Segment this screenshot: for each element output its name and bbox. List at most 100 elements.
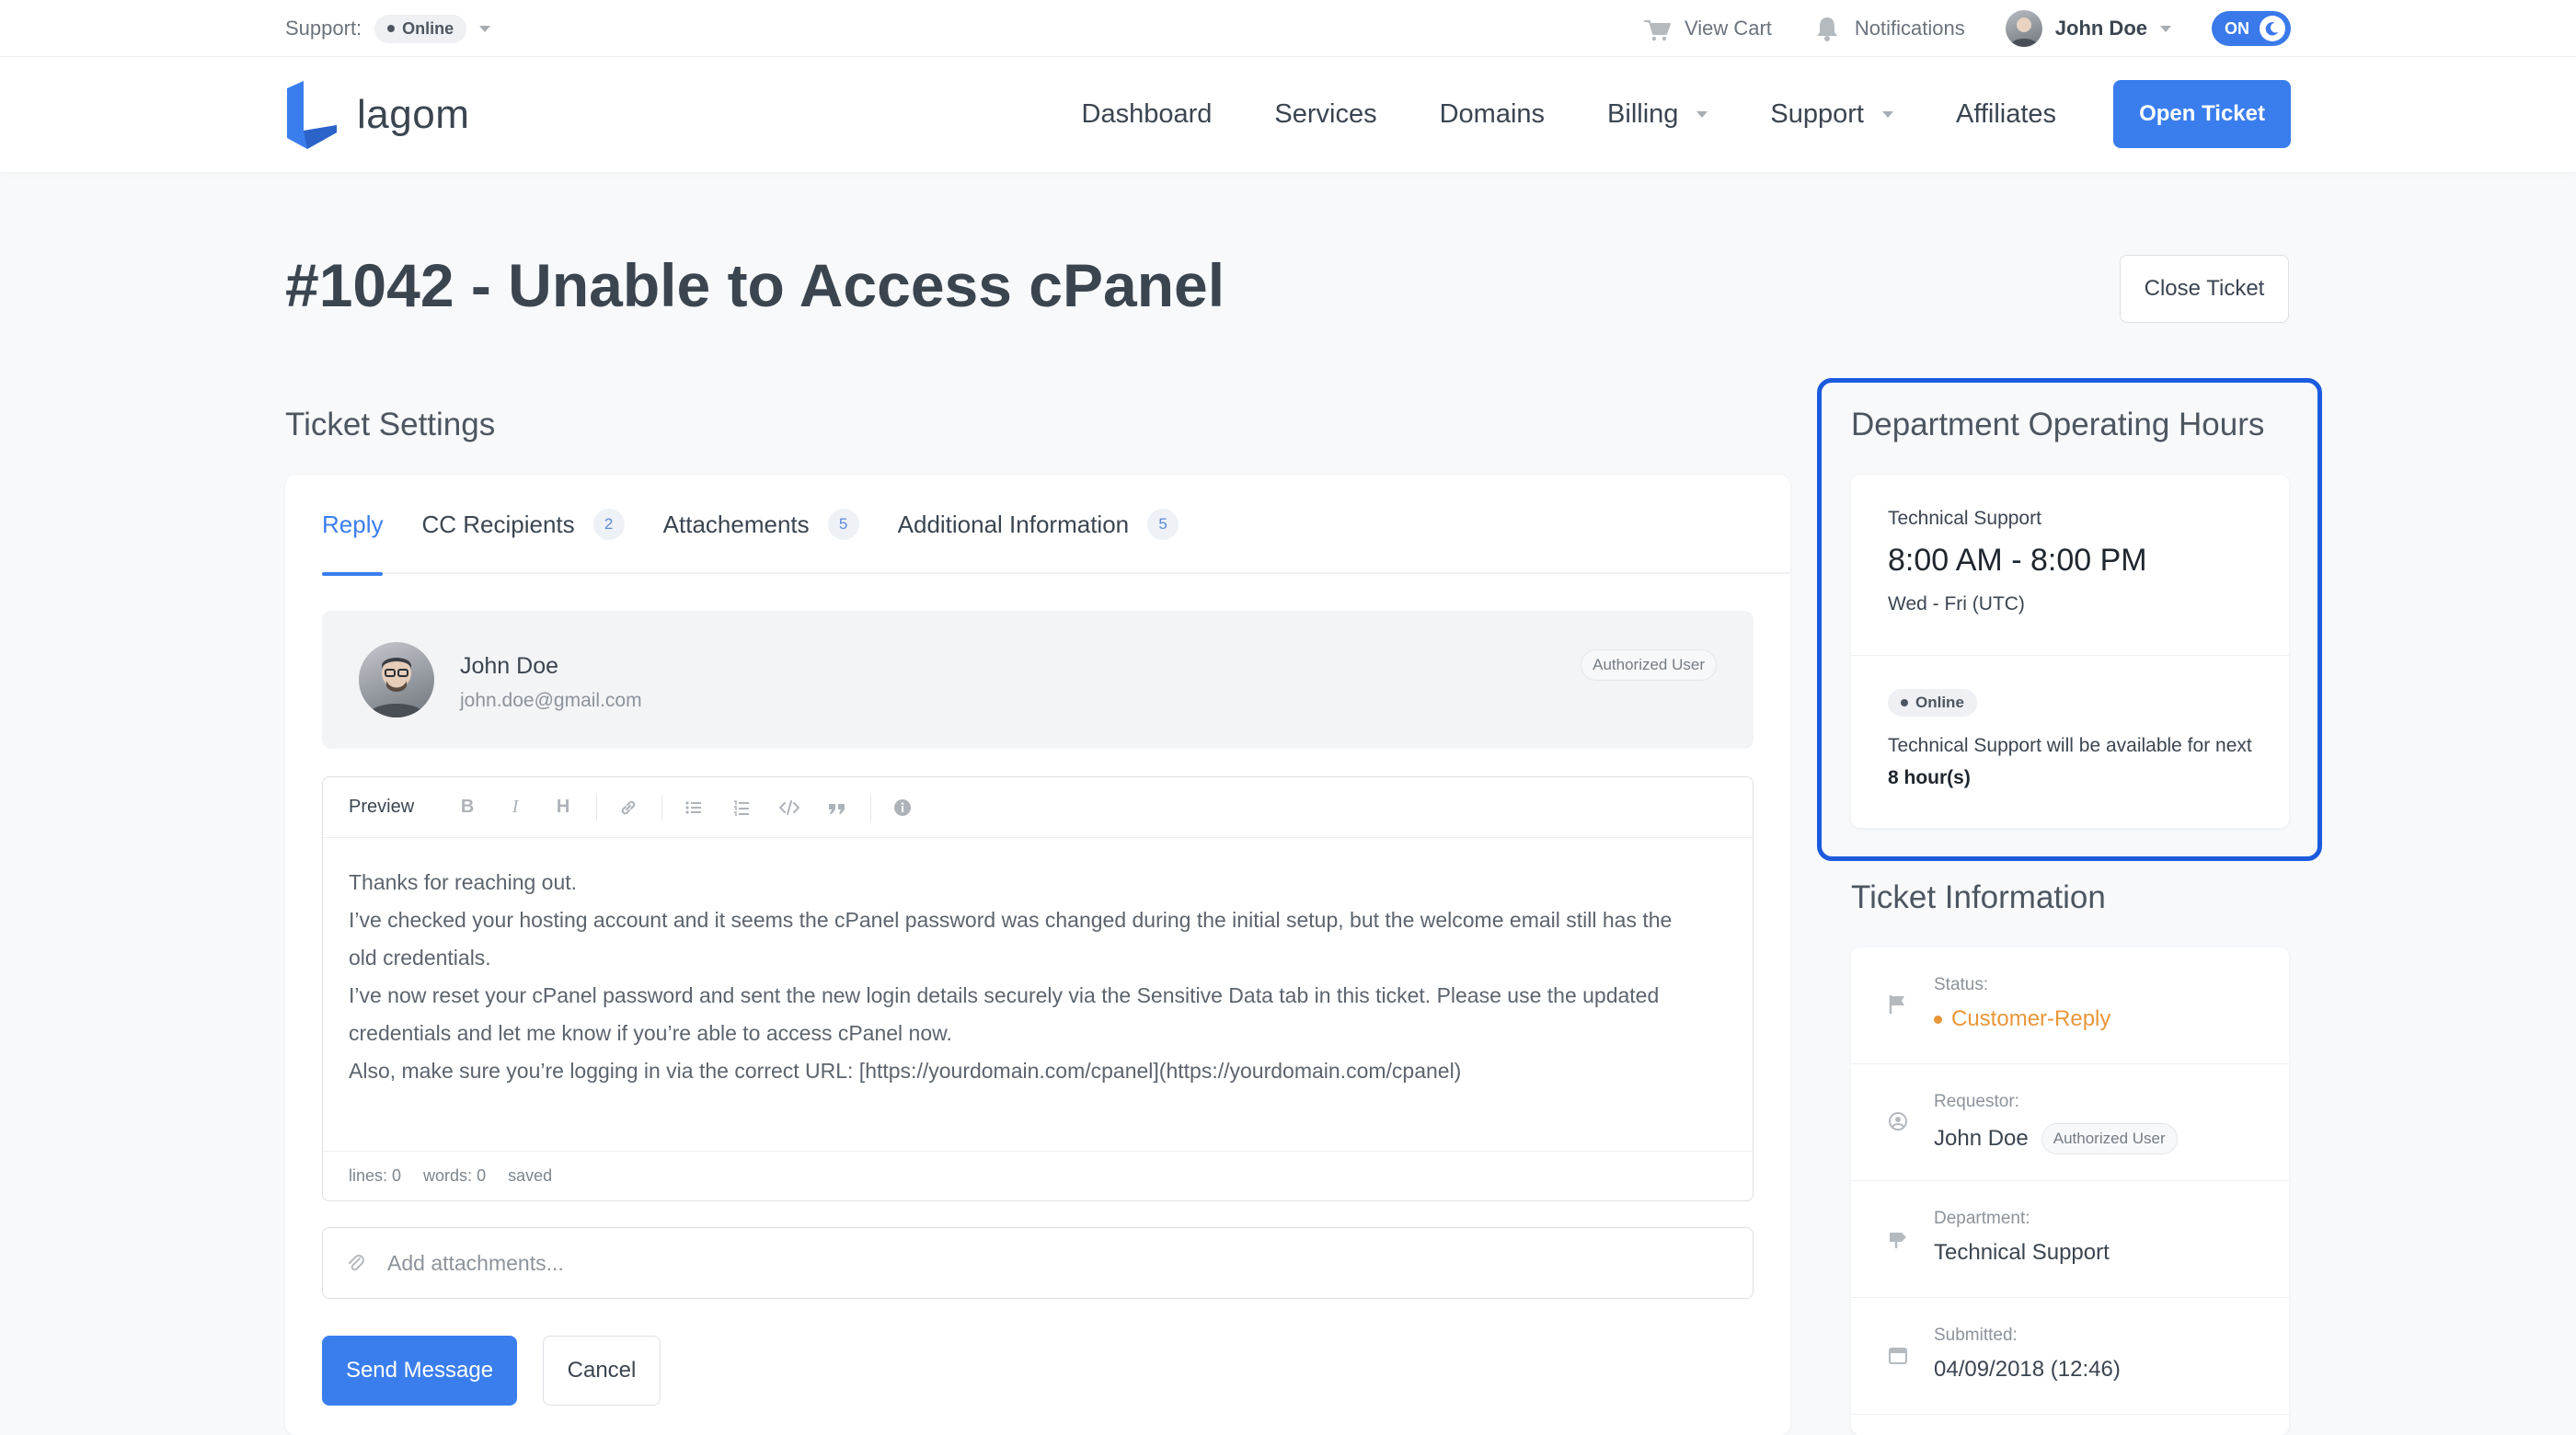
nav-support-label: Support (1770, 98, 1864, 129)
chevron-down-icon[interactable] (479, 25, 491, 32)
nav-services[interactable]: Services (1274, 99, 1376, 130)
code-icon[interactable] (773, 791, 806, 824)
info-icon[interactable] (886, 791, 919, 824)
nav-dashboard-label: Dashboard (1081, 98, 1213, 129)
status-label: Status: (1934, 975, 1989, 994)
paperclip-icon (349, 1255, 364, 1271)
availability-hours: 8 hour(s) (1888, 767, 1971, 788)
nav-services-label: Services (1274, 98, 1377, 129)
nav-billing[interactable]: Billing (1607, 99, 1708, 130)
heading-icon[interactable]: H (546, 791, 580, 824)
bullet-list-icon[interactable] (677, 791, 710, 824)
lagom-logo-icon (287, 81, 337, 149)
reply-user-email: john.doe@gmail.com (460, 690, 642, 711)
nav-affiliates[interactable]: Affiliates (1956, 99, 2056, 130)
message-line: I’ve checked your hosting account and it… (349, 908, 1673, 932)
editor-status-bar: lines: 0 words: 0 saved (323, 1151, 1753, 1200)
italic-icon[interactable]: I (499, 791, 532, 824)
tab-cc-recipients[interactable]: CC Recipients 2 (421, 475, 625, 574)
status-dot-icon (1934, 1015, 1942, 1024)
nav-support[interactable]: Support (1770, 99, 1893, 130)
requestor-label: Requestor: (1934, 1092, 2019, 1111)
message-line: old credentials. (349, 946, 491, 970)
hours-department: Technical Support (1888, 508, 2041, 529)
nav-billing-label: Billing (1607, 98, 1679, 129)
open-ticket-button[interactable]: Open Ticket (2113, 80, 2291, 148)
main-navbar: lagom Dashboard Services Domains Billing… (0, 57, 2576, 172)
tab-additional-information[interactable]: Additional Information 5 (898, 475, 1179, 574)
tab-additional-information-label: Additional Information (897, 510, 1130, 538)
close-ticket-button[interactable]: Close Ticket (2120, 255, 2289, 323)
quote-icon[interactable] (821, 791, 854, 824)
main-menu: Dashboard Services Domains Billing Suppo… (1019, 79, 2291, 149)
status-badge-text: Online (1915, 694, 1964, 711)
toolbar-divider (596, 794, 598, 821)
submitted-label: Submitted: (1934, 1326, 2018, 1345)
count-badge: 5 (1147, 509, 1179, 540)
hours-time-range: 8:00 AM - 8:00 PM (1888, 543, 2147, 578)
link-icon[interactable] (612, 791, 645, 824)
support-label: Support: (285, 17, 362, 40)
submitted-value: 04/09/2018 (12:46) (1934, 1357, 2121, 1382)
signpost-icon (1890, 1233, 1906, 1248)
tab-attachements[interactable]: Attachements 5 (663, 475, 859, 574)
department-value: Technical Support (1934, 1240, 2110, 1265)
editor-toolbar: Preview B I H (323, 777, 1753, 838)
status-badge: Online (1888, 689, 1977, 717)
reply-card: Reply CC Recipients 2 Attachements 5 Add… (285, 475, 1790, 1435)
avatar (2005, 10, 2042, 47)
notifications-link[interactable]: Notifications (1812, 16, 1965, 41)
calendar-icon (1889, 1348, 1907, 1364)
count-badge: 5 (827, 509, 859, 540)
toggle-label: ON (2225, 18, 2249, 38)
view-cart-link[interactable]: View Cart (1642, 16, 1772, 41)
status-dot-icon (1901, 699, 1908, 706)
notifications-label: Notifications (1854, 17, 1965, 40)
hours-summary: Technical Support 8:00 AM - 8:00 PM Wed … (1851, 475, 2289, 656)
reply-user-box: John Doe john.doe@gmail.com Authorized U… (322, 611, 1754, 749)
message-line: credentials and let me know if you’re ab… (349, 1021, 952, 1045)
tab-reply[interactable]: Reply (322, 475, 384, 576)
support-status-dropdown[interactable]: Online (374, 14, 467, 43)
status-value-wrap: Customer-Reply (1934, 1006, 2110, 1032)
cart-icon (1643, 20, 1671, 41)
message-textarea[interactable]: Thanks for reaching out. I’ve checked yo… (323, 838, 1753, 1151)
avatar (359, 642, 434, 718)
chevron-down-icon (1881, 110, 1893, 118)
support-status-text: Online (402, 18, 454, 38)
cancel-button[interactable]: Cancel (543, 1336, 661, 1406)
status-value-text: Customer-Reply (1951, 1006, 2111, 1031)
page-title: #1042 - Unable to Access cPanel (285, 251, 1225, 319)
bold-icon[interactable]: B (451, 791, 484, 824)
nav-dashboard[interactable]: Dashboard (1082, 99, 1213, 130)
tab-cc-recipients-label: CC Recipients (421, 510, 575, 538)
tab-attachements-label: Attachements (662, 510, 810, 538)
availability-message: Technical Support will be available for … (1888, 735, 2252, 756)
dark-mode-toggle[interactable]: ON (2212, 11, 2291, 46)
ticket-tabs: Reply CC Recipients 2 Attachements 5 Add… (322, 475, 1790, 576)
availability-text: Technical Support will be available for … (1888, 729, 2252, 794)
flag-icon (1889, 995, 1904, 1014)
preview-toggle[interactable]: Preview (349, 797, 414, 818)
hours-days: Wed - Fri (UTC) (1888, 593, 2025, 614)
logo[interactable]: lagom (285, 81, 469, 149)
moon-icon (2260, 16, 2285, 41)
message-line: Thanks for reaching out. (349, 870, 578, 894)
chevron-down-icon (2160, 25, 2171, 32)
authorized-user-badge: Authorized User (1581, 649, 1717, 681)
user-menu[interactable]: John Doe (2005, 10, 2171, 47)
requestor-name: John Doe (1934, 1126, 2029, 1151)
nav-affiliates-label: Affiliates (1955, 98, 2057, 129)
add-attachments-placeholder: Add attachments... (387, 1250, 564, 1275)
numbered-list-icon[interactable] (725, 791, 758, 824)
add-attachments-input[interactable]: Add attachments... (322, 1227, 1754, 1299)
count-badge: 2 (592, 509, 625, 540)
send-message-button[interactable]: Send Message (322, 1336, 517, 1406)
nav-domains-label: Domains (1439, 98, 1546, 129)
info-row-department: Department: Technical Support (1851, 1181, 2289, 1298)
words-count: words: 0 (423, 1166, 487, 1185)
message-line: Also, make sure you’re logging in via th… (349, 1059, 1462, 1083)
chevron-down-icon (1696, 110, 1708, 118)
user-circle-icon (1889, 1112, 1907, 1131)
nav-domains[interactable]: Domains (1440, 99, 1545, 130)
